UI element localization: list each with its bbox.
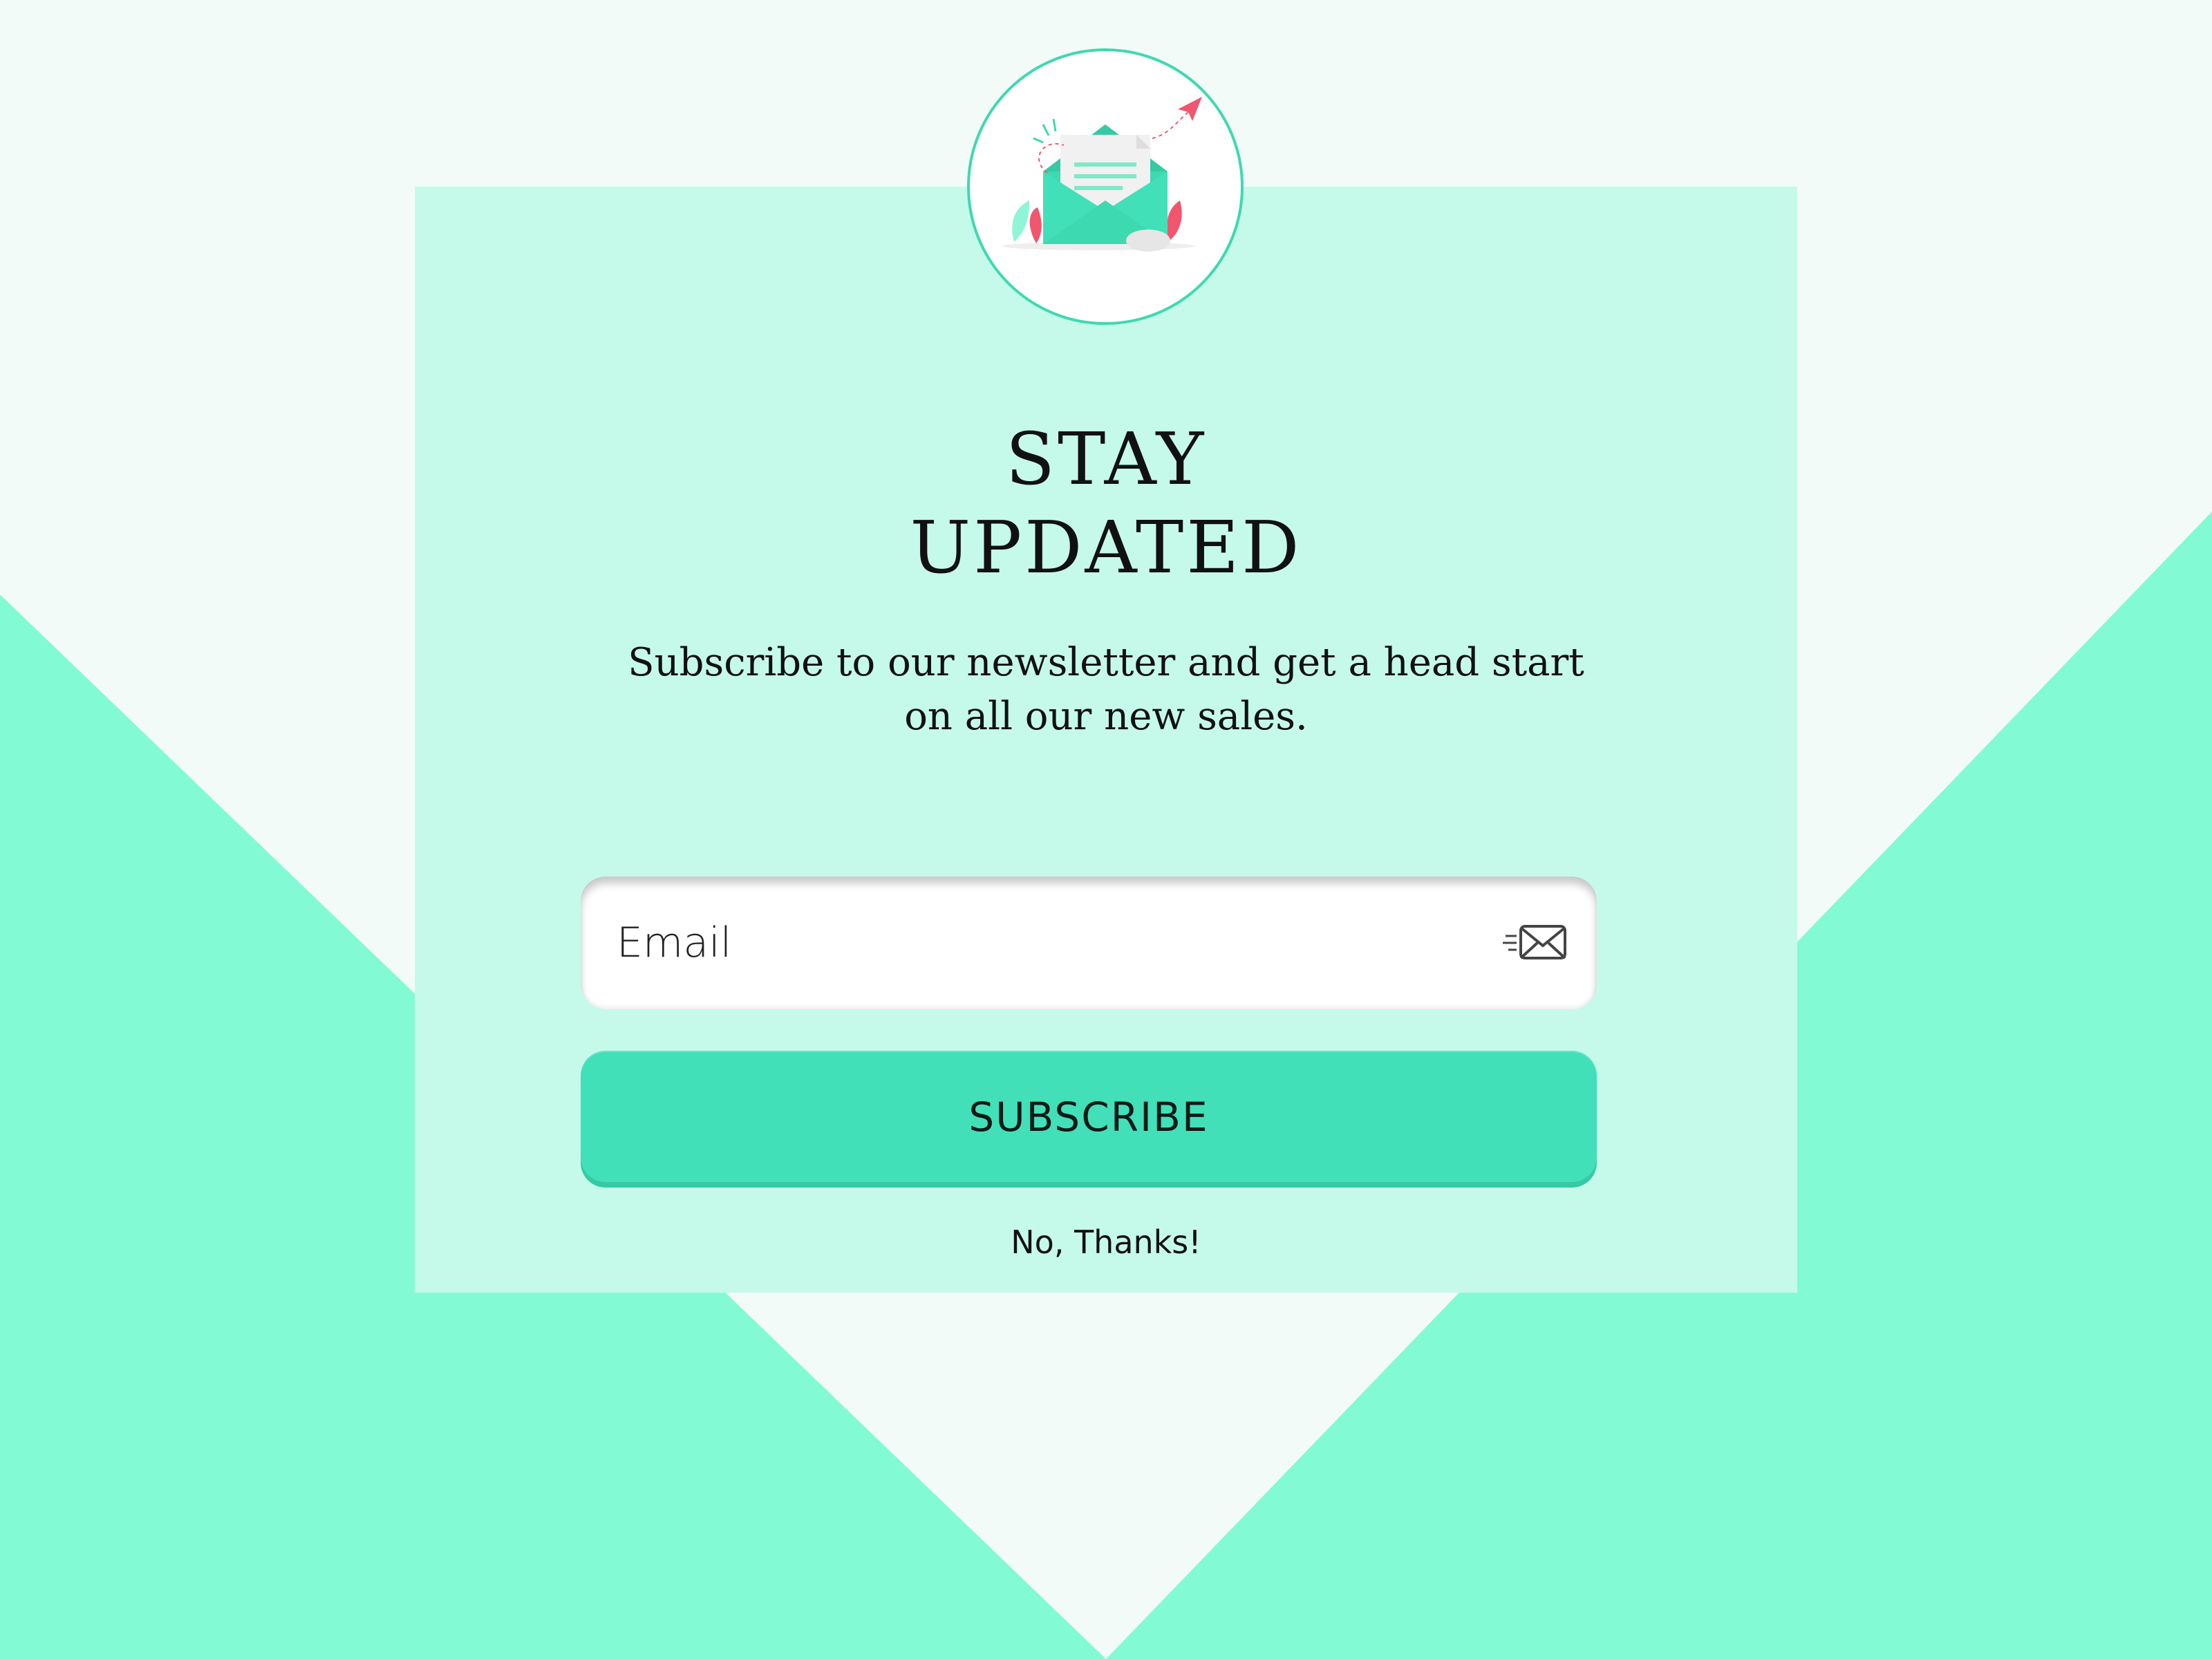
- title-line-2: UPDATED: [910, 505, 1302, 590]
- dismiss-link[interactable]: No, Thanks!: [899, 1224, 1313, 1261]
- subtitle-text: Subscribe to our newsletter and get a he…: [628, 640, 1584, 739]
- open-envelope-icon: [1002, 97, 1202, 252]
- title-line-1: STAY: [1005, 417, 1207, 501]
- page-title: STAY UPDATED: [0, 415, 2212, 592]
- subscribe-button[interactable]: SUBSCRIBE: [581, 1051, 1597, 1182]
- send-mail-icon: [1503, 925, 1566, 959]
- email-field[interactable]: [615, 918, 1503, 968]
- email-field-container[interactable]: [581, 877, 1597, 1009]
- newsletter-page: STAY UPDATED Subscribe to our newsletter…: [0, 0, 2212, 1659]
- newsletter-logo: [967, 48, 1244, 325]
